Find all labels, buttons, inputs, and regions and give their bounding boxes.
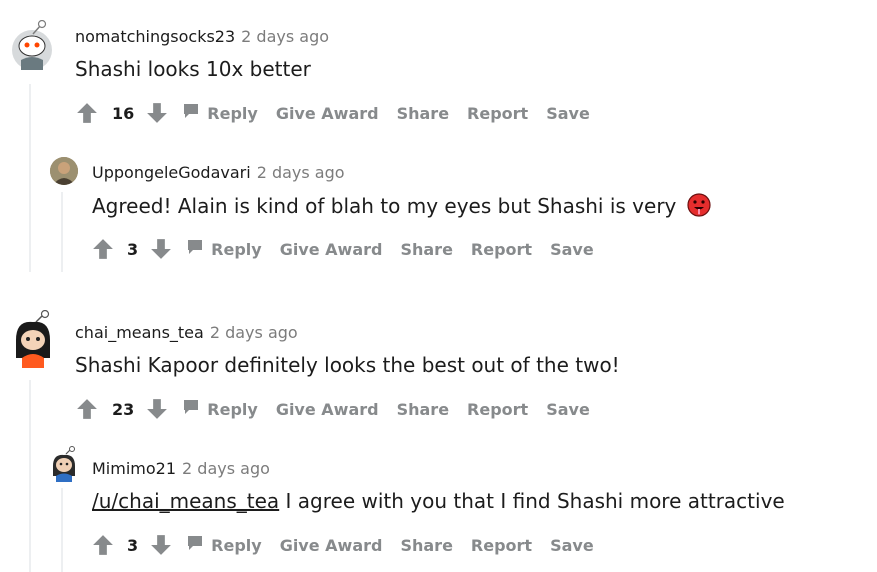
avatar[interactable]	[10, 310, 56, 368]
save-button[interactable]: Save	[550, 240, 594, 259]
vote-score: 3	[127, 535, 139, 555]
give-award-button[interactable]: Give Award	[280, 536, 383, 555]
comment-actions: 23 Reply Give Award Share Report Save	[76, 397, 608, 421]
comment-body: Shashi looks 10x better	[75, 57, 311, 81]
report-button[interactable]: Report	[471, 240, 532, 259]
username[interactable]: UppongeleGodavari	[92, 163, 251, 182]
save-button[interactable]: Save	[550, 536, 594, 555]
reply-button[interactable]: Reply	[186, 534, 262, 556]
comment-meta: UppongeleGodavari 2 days ago	[92, 163, 345, 182]
share-button[interactable]: Share	[400, 536, 452, 555]
reply-button[interactable]: Reply	[182, 102, 258, 124]
timestamp[interactable]: 2 days ago	[182, 459, 270, 478]
downvote-icon[interactable]	[146, 398, 168, 420]
avatar[interactable]	[49, 446, 79, 482]
thread-line[interactable]	[29, 380, 31, 572]
report-button[interactable]: Report	[471, 536, 532, 555]
comment-actions: 16 Reply Give Award Share Report Save	[76, 101, 608, 125]
upvote-icon[interactable]	[76, 102, 98, 124]
comment-bubble-icon	[186, 238, 204, 260]
save-button[interactable]: Save	[546, 400, 590, 419]
share-button[interactable]: Share	[397, 104, 449, 123]
share-button[interactable]: Share	[400, 240, 452, 259]
user-mention-link[interactable]: /u/chai_means_tea	[92, 489, 279, 513]
vote-score: 23	[112, 399, 135, 419]
give-award-button[interactable]: Give Award	[280, 240, 383, 259]
downvote-icon[interactable]	[146, 102, 168, 124]
comment-meta: Mimimo21 2 days ago	[92, 459, 270, 478]
upvote-icon[interactable]	[76, 398, 98, 420]
comment-body: /u/chai_means_tea I agree with you that …	[92, 489, 785, 513]
upvote-icon[interactable]	[92, 238, 114, 260]
report-button[interactable]: Report	[467, 400, 528, 419]
username[interactable]: nomatchingsocks23	[75, 27, 235, 46]
downvote-icon[interactable]	[150, 238, 172, 260]
give-award-button[interactable]: Give Award	[276, 104, 379, 123]
vote-score: 16	[112, 103, 135, 123]
comment-meta: nomatchingsocks23 2 days ago	[75, 27, 329, 46]
save-button[interactable]: Save	[546, 104, 590, 123]
share-button[interactable]: Share	[397, 400, 449, 419]
thread-line[interactable]	[29, 84, 31, 272]
comment-body: Agreed! Alain is kind of blah to my eyes…	[92, 193, 711, 222]
thread-line[interactable]	[61, 192, 63, 272]
drooling-red-face-emoji-icon	[687, 193, 711, 222]
reply-label: Reply	[207, 103, 258, 123]
reply-label: Reply	[211, 239, 262, 259]
comment-bubble-icon	[182, 102, 200, 124]
avatar[interactable]	[50, 157, 78, 185]
reply-button[interactable]: Reply	[186, 238, 262, 260]
comment-bubble-icon	[186, 534, 204, 556]
downvote-icon[interactable]	[150, 534, 172, 556]
timestamp[interactable]: 2 days ago	[257, 163, 345, 182]
comment-meta: chai_means_tea 2 days ago	[75, 323, 298, 342]
username[interactable]: chai_means_tea	[75, 323, 204, 342]
reply-label: Reply	[211, 535, 262, 555]
comment-actions: 3 Reply Give Award Share Report Save	[92, 237, 612, 261]
timestamp[interactable]: 2 days ago	[210, 323, 298, 342]
report-button[interactable]: Report	[467, 104, 528, 123]
reply-button[interactable]: Reply	[182, 398, 258, 420]
comment-bubble-icon	[182, 398, 200, 420]
comment-text: I agree with you that I find Shashi more…	[279, 489, 785, 513]
vote-score: 3	[127, 239, 139, 259]
username[interactable]: Mimimo21	[92, 459, 176, 478]
timestamp[interactable]: 2 days ago	[241, 27, 329, 46]
give-award-button[interactable]: Give Award	[276, 400, 379, 419]
comment-body: Shashi Kapoor definitely looks the best …	[75, 353, 620, 377]
comment-actions: 3 Reply Give Award Share Report Save	[92, 533, 612, 557]
reply-label: Reply	[207, 399, 258, 419]
upvote-icon[interactable]	[92, 534, 114, 556]
thread-line[interactable]	[61, 488, 63, 572]
avatar[interactable]	[11, 20, 53, 70]
comment-text: Agreed! Alain is kind of blah to my eyes…	[92, 194, 677, 218]
